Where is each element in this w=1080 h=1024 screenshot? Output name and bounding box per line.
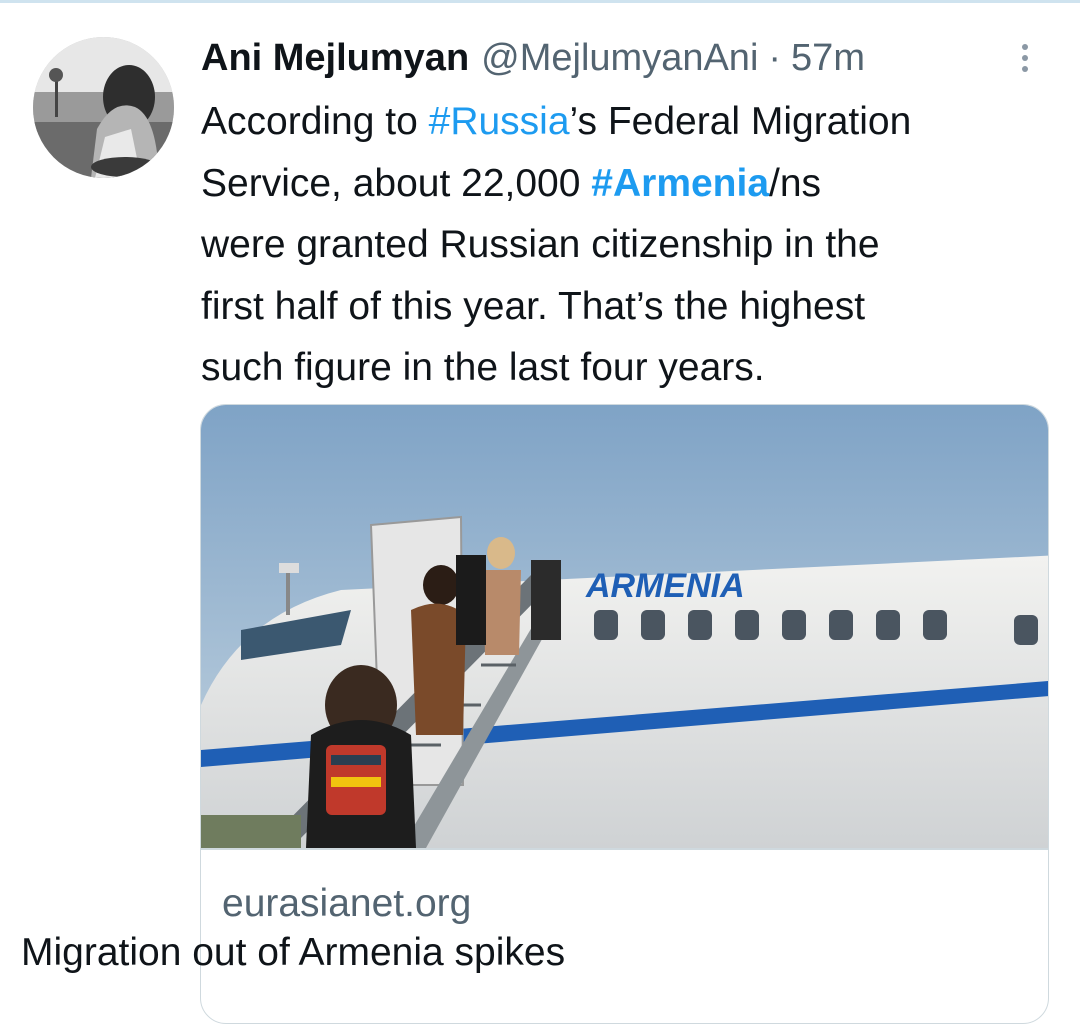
more-vertical-icon	[1022, 44, 1028, 50]
hashtag-russia[interactable]: #Russia	[429, 100, 570, 143]
tweet-text-segment: Service, about 22,000	[201, 161, 592, 205]
tweet-text-line: were granted Russian citizenship in the	[201, 214, 1061, 276]
tweet-text-line: such figure in the last four years.	[201, 337, 1061, 399]
card-title[interactable]: Migration out of Armenia spikes	[21, 928, 565, 978]
tweet-text-line: Service, about 22,000 #Armenia/ns	[201, 153, 1061, 215]
card-image: ARMENIA	[201, 405, 1048, 848]
card-domain: eurasianet.org	[222, 882, 472, 925]
airline-logo-text: ARMENIA	[585, 567, 745, 605]
top-divider	[0, 0, 1080, 3]
more-vertical-icon-dot	[1022, 55, 1028, 61]
more-vertical-icon-dot	[1022, 66, 1028, 72]
tweet-text-line: first half of this year. That’s the high…	[201, 276, 1061, 338]
tweet-timestamp[interactable]: 57m	[791, 36, 865, 80]
tweet-header: Ani Mejlumyan @MejlumyanAni · 57m	[201, 36, 1031, 80]
author-display-name[interactable]: Ani Mejlumyan	[201, 36, 469, 80]
tweet-text-segment: ’s Federal Migration	[569, 100, 912, 143]
tweet-text: According to #Russia’s Federal Migration…	[201, 91, 1061, 399]
tweet-text-segment: first half of this year. That’s the high…	[201, 284, 866, 328]
author-handle[interactable]: @MejlumyanAni	[481, 36, 758, 80]
tweet-text-line: According to #Russia’s Federal Migration	[201, 91, 1061, 153]
avatar[interactable]	[33, 37, 174, 178]
tweet-text-segment: such figure in the last four years.	[201, 346, 765, 389]
more-options-button[interactable]	[1010, 38, 1040, 78]
hashtag-armenia[interactable]: #Armenia	[591, 162, 769, 205]
header-separator: ·	[768, 37, 782, 79]
airplane-boarding-photo: ARMENIA	[201, 405, 1048, 848]
tweet-text-segment: were granted Russian citizenship in the	[201, 223, 880, 266]
tweet-text-segment: According to	[201, 100, 429, 143]
avatar-photo	[33, 37, 174, 178]
tweet-text-segment: /ns	[769, 161, 822, 205]
card-divider	[201, 848, 1048, 850]
